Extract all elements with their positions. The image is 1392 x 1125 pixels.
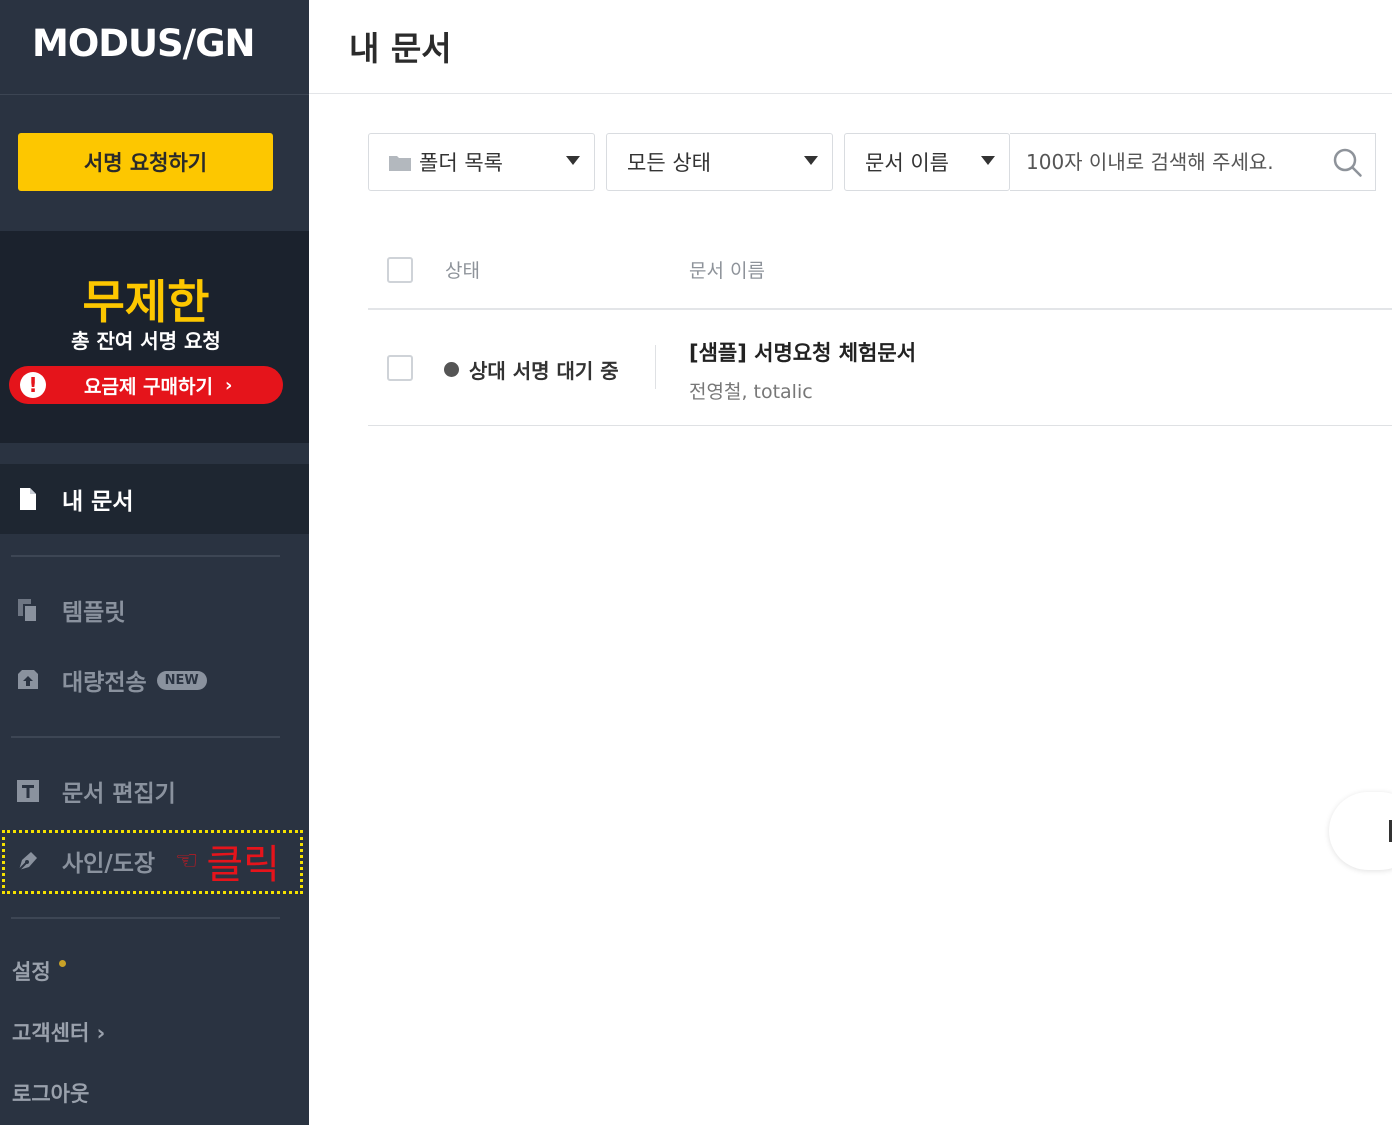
select-all-checkbox[interactable]	[387, 257, 413, 283]
row-checkbox[interactable]	[387, 355, 413, 381]
folder-select[interactable]: 폴더 목록	[368, 133, 595, 191]
file-icon	[14, 485, 42, 513]
app-root: MODUS/GN 서명 요청하기 무제한 총 잔여 서명 요청 ! 요금제 구매…	[0, 0, 1392, 1125]
plan-panel: 무제한 총 잔여 서명 요청 ! 요금제 구매하기 ›	[0, 231, 309, 443]
request-signature-button[interactable]: 서명 요청하기	[18, 133, 273, 191]
caret-down-icon	[981, 156, 995, 165]
logo[interactable]: MODUS/GN	[32, 22, 256, 65]
pointing-hand-icon: ☜	[175, 846, 199, 876]
plan-subtitle: 총 잔여 서명 요청	[71, 329, 221, 353]
bulk-send-icon	[14, 666, 42, 694]
folder-select-label: 폴더 목록	[419, 151, 503, 175]
support-link[interactable]: 고객센터 ›	[12, 1017, 105, 1047]
folder-icon	[389, 154, 411, 171]
search-input[interactable]	[1026, 137, 1326, 187]
column-header-doc-name[interactable]: 문서 이름	[689, 256, 765, 283]
table-row[interactable]: 상대 서명 대기 중 [샘플] 서명요청 체험문서 전영철, totalic	[368, 311, 1392, 426]
status-select[interactable]: 모든 상태	[606, 133, 833, 191]
divider	[11, 736, 280, 738]
table-header: 상태 문서 이름	[368, 230, 1392, 310]
nav-label-bulk-send: 대량전송	[62, 670, 147, 696]
logo-bar: MODUS/GN	[0, 0, 309, 95]
search-field-label: 문서 이름	[865, 151, 949, 175]
nav-label-my-docs: 내 문서	[62, 489, 134, 515]
chevron-right-icon: ›	[224, 374, 233, 396]
nav-item-my-docs[interactable]: 내 문서	[0, 464, 309, 534]
page-header: 내 문서	[309, 0, 1392, 94]
divider	[11, 555, 280, 557]
settings-link[interactable]: 설정	[12, 956, 66, 986]
sidebar: MODUS/GN 서명 요청하기 무제한 총 잔여 서명 요청 ! 요금제 구매…	[0, 0, 309, 1125]
alert-icon: !	[20, 372, 46, 398]
nav-item-doc-editor[interactable]: 문서 편집기	[0, 766, 309, 816]
plan-title: 무제한	[82, 275, 210, 329]
settings-label: 설정	[12, 960, 51, 984]
nav-label-sign-stamp: 사인/도장	[62, 851, 156, 877]
text-editor-icon	[14, 777, 42, 805]
main-content: 내 문서 폴더 목록 모든 상태 문서 이름 상태 문서 이름	[309, 0, 1392, 1125]
status-select-label: 모든 상태	[627, 151, 711, 175]
status-text: 상대 서명 대기 중	[469, 359, 619, 383]
click-hint: ☜ 클릭	[175, 832, 280, 890]
divider	[11, 917, 280, 919]
search-field-select[interactable]: 문서 이름	[844, 133, 1010, 191]
template-icon	[14, 596, 42, 624]
page-title: 내 문서	[349, 29, 452, 68]
click-hint-text: 클릭	[206, 842, 280, 888]
new-badge: NEW	[156, 670, 207, 690]
pen-nib-icon	[14, 847, 42, 875]
divider	[655, 345, 656, 389]
nav-item-template[interactable]: 템플릿	[0, 585, 309, 635]
buy-plan-label: 요금제 구매하기	[84, 375, 213, 398]
status-dot-icon	[444, 362, 459, 377]
nav-item-bulk-send[interactable]: 대량전송 NEW	[0, 655, 309, 705]
floating-button[interactable]	[1329, 792, 1392, 870]
nav-label-doc-editor: 문서 편집기	[62, 781, 176, 807]
buy-plan-button[interactable]: ! 요금제 구매하기 ›	[9, 366, 283, 404]
search-icon[interactable]	[1333, 148, 1363, 182]
status-badge: 상대 서명 대기 중	[444, 355, 619, 384]
logout-link[interactable]: 로그아웃	[12, 1078, 89, 1108]
search-box	[1010, 133, 1376, 191]
document-participants: 전영철, totalic	[689, 381, 813, 403]
nav-label-template: 템플릿	[62, 600, 126, 626]
nav-item-sign-stamp[interactable]: 사인/도장 ☜ 클릭	[0, 836, 309, 888]
caret-down-icon	[566, 156, 580, 165]
caret-down-icon	[804, 156, 818, 165]
notification-dot	[58, 959, 66, 967]
column-header-status[interactable]: 상태	[445, 256, 480, 283]
document-title[interactable]: [샘플] 서명요청 체험문서	[689, 337, 916, 367]
